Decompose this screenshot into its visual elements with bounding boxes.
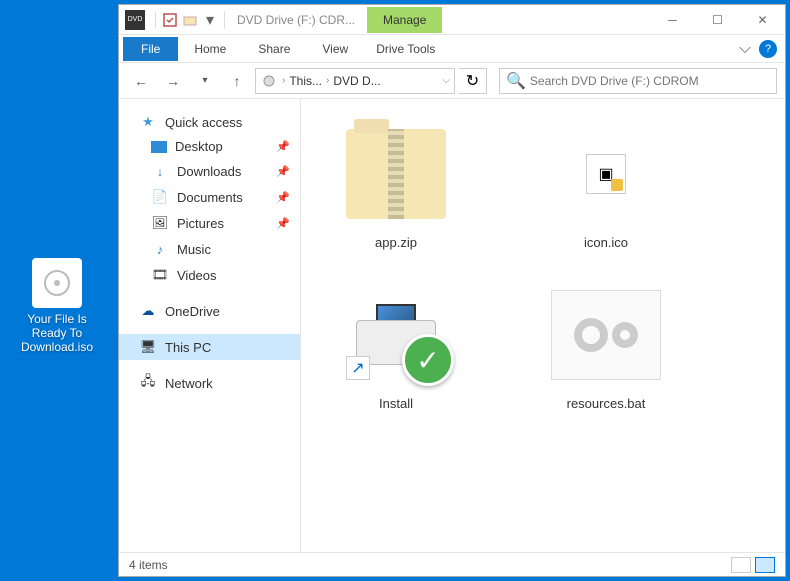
sidebar-item-this-pc[interactable]: 🖥 This PC xyxy=(119,334,300,360)
address-dropdown-icon[interactable]: ⌵ xyxy=(442,75,450,86)
file-label: icon.ico xyxy=(531,235,681,250)
desktop-icon xyxy=(151,141,167,153)
manage-context-tab[interactable]: Manage xyxy=(367,7,442,33)
sidebar-item-network[interactable]: 🖧 Network xyxy=(119,370,300,396)
document-icon: 📄 xyxy=(151,188,169,206)
icons-view-button[interactable] xyxy=(755,557,775,573)
pin-icon: 📌 xyxy=(276,165,290,178)
sidebar-item-label: Desktop xyxy=(175,139,223,154)
file-label: Install xyxy=(321,396,471,411)
file-item-resources-bat[interactable]: resources.bat xyxy=(531,280,681,411)
desktop-file-label: Your File Is Ready To Download.iso xyxy=(12,312,102,354)
maximize-button[interactable]: ☐ xyxy=(695,5,740,35)
titlebar: DVD ▾ DVD Drive (F:) CDR... Manage ─ ☐ ✕ xyxy=(119,5,785,35)
file-label: app.zip xyxy=(321,235,471,250)
sidebar-item-videos[interactable]: 🎞 Videos xyxy=(119,262,300,288)
qat-properties-icon[interactable] xyxy=(160,10,180,30)
download-icon: ↓ xyxy=(151,162,169,180)
sidebar-item-label: Network xyxy=(165,376,213,391)
shortcut-arrow-icon: ↗ xyxy=(346,356,370,380)
tab-home[interactable]: Home xyxy=(178,37,242,61)
tab-view[interactable]: View xyxy=(306,37,364,61)
file-item-icon-ico[interactable]: ▣ icon.ico xyxy=(531,119,681,250)
ico-file-icon: ▣ xyxy=(551,119,661,229)
address-bar: ← → ▾ ↑ › This... › DVD D... ⌵ ↻ 🔍 xyxy=(119,63,785,99)
breadcrumb[interactable]: › This... › DVD D... ⌵ xyxy=(255,68,455,94)
bat-file-icon xyxy=(551,280,661,390)
close-button[interactable]: ✕ xyxy=(740,5,785,35)
sidebar-item-label: Quick access xyxy=(165,115,242,130)
sidebar-item-pictures[interactable]: 🖼 Pictures 📌 xyxy=(119,210,300,236)
search-icon: 🔍 xyxy=(506,71,526,91)
details-view-button[interactable] xyxy=(731,557,751,573)
up-button[interactable]: ↑ xyxy=(223,67,251,95)
ribbon-collapse-icon[interactable]: ⌵ xyxy=(739,40,751,58)
search-box[interactable]: 🔍 xyxy=(499,68,777,94)
breadcrumb-item[interactable]: DVD D... xyxy=(333,74,380,88)
forward-button[interactable]: → xyxy=(159,67,187,95)
zip-folder-icon xyxy=(341,119,451,229)
sidebar-item-downloads[interactable]: ↓ Downloads 📌 xyxy=(119,158,300,184)
sidebar-item-quick-access[interactable]: ★ Quick access xyxy=(119,109,300,135)
window-title: DVD Drive (F:) CDR... xyxy=(237,13,355,27)
cloud-icon: ☁ xyxy=(139,302,157,320)
help-button[interactable]: ? xyxy=(759,40,777,58)
sidebar-item-label: Downloads xyxy=(177,164,241,179)
back-button[interactable]: ← xyxy=(127,67,155,95)
ribbon-tabs: File Home Share View Drive Tools ⌵ ? xyxy=(119,35,785,63)
sidebar-item-desktop[interactable]: Desktop 📌 xyxy=(119,135,300,158)
recent-dropdown-icon[interactable]: ▾ xyxy=(191,67,219,95)
pin-icon: 📌 xyxy=(276,140,290,153)
drive-icon xyxy=(260,72,278,90)
sidebar-item-music[interactable]: ♪ Music xyxy=(119,236,300,262)
tab-drive-tools[interactable]: Drive Tools xyxy=(364,37,447,61)
videos-icon: 🎞 xyxy=(151,266,169,284)
sidebar-item-label: Pictures xyxy=(177,216,224,231)
sidebar-item-label: Videos xyxy=(177,268,217,283)
monitor-icon: 🖥 xyxy=(139,338,157,356)
search-input[interactable] xyxy=(530,74,770,88)
explorer-window: DVD ▾ DVD Drive (F:) CDR... Manage ─ ☐ ✕… xyxy=(118,4,786,577)
sidebar-item-label: Music xyxy=(177,242,211,257)
file-item-install[interactable]: ✓ ↗ Install xyxy=(321,280,471,411)
sidebar-item-label: Documents xyxy=(177,190,243,205)
file-list[interactable]: app.zip ▣ icon.ico ✓ ↗ Install xyxy=(301,99,785,552)
sidebar-item-label: OneDrive xyxy=(165,304,220,319)
status-bar: 4 items xyxy=(119,552,785,576)
sidebar-item-onedrive[interactable]: ☁ OneDrive xyxy=(119,298,300,324)
sidebar-item-documents[interactable]: 📄 Documents 📌 xyxy=(119,184,300,210)
separator xyxy=(224,11,225,29)
refresh-button[interactable]: ↻ xyxy=(459,68,487,94)
sidebar-item-label: This PC xyxy=(165,340,211,355)
network-icon: 🖧 xyxy=(139,374,157,392)
chevron-right-icon[interactable]: › xyxy=(326,75,329,86)
iso-file-icon xyxy=(32,258,82,308)
minimize-button[interactable]: ─ xyxy=(650,5,695,35)
tab-share[interactable]: Share xyxy=(242,37,306,61)
file-item-app-zip[interactable]: app.zip xyxy=(321,119,471,250)
pin-icon: 📌 xyxy=(276,191,290,204)
tab-file[interactable]: File xyxy=(123,37,178,61)
chevron-right-icon[interactable]: › xyxy=(282,75,285,86)
breadcrumb-item[interactable]: This... xyxy=(289,74,322,88)
drive-icon: DVD xyxy=(125,10,145,30)
desktop-file-icon[interactable]: Your File Is Ready To Download.iso xyxy=(12,258,102,354)
checkmark-icon: ✓ xyxy=(402,334,454,386)
item-count: 4 items xyxy=(129,558,168,572)
navigation-pane: ★ Quick access Desktop 📌 ↓ Downloads 📌 📄… xyxy=(119,99,301,552)
qat-newfolder-icon[interactable] xyxy=(180,10,200,30)
file-label: resources.bat xyxy=(531,396,681,411)
pin-icon: 📌 xyxy=(276,217,290,230)
install-shortcut-icon: ✓ ↗ xyxy=(341,280,451,390)
pictures-icon: 🖼 xyxy=(151,214,169,232)
music-icon: ♪ xyxy=(151,240,169,258)
qat-dropdown-icon[interactable]: ▾ xyxy=(200,10,220,30)
star-icon: ★ xyxy=(139,113,157,131)
separator xyxy=(155,11,156,29)
